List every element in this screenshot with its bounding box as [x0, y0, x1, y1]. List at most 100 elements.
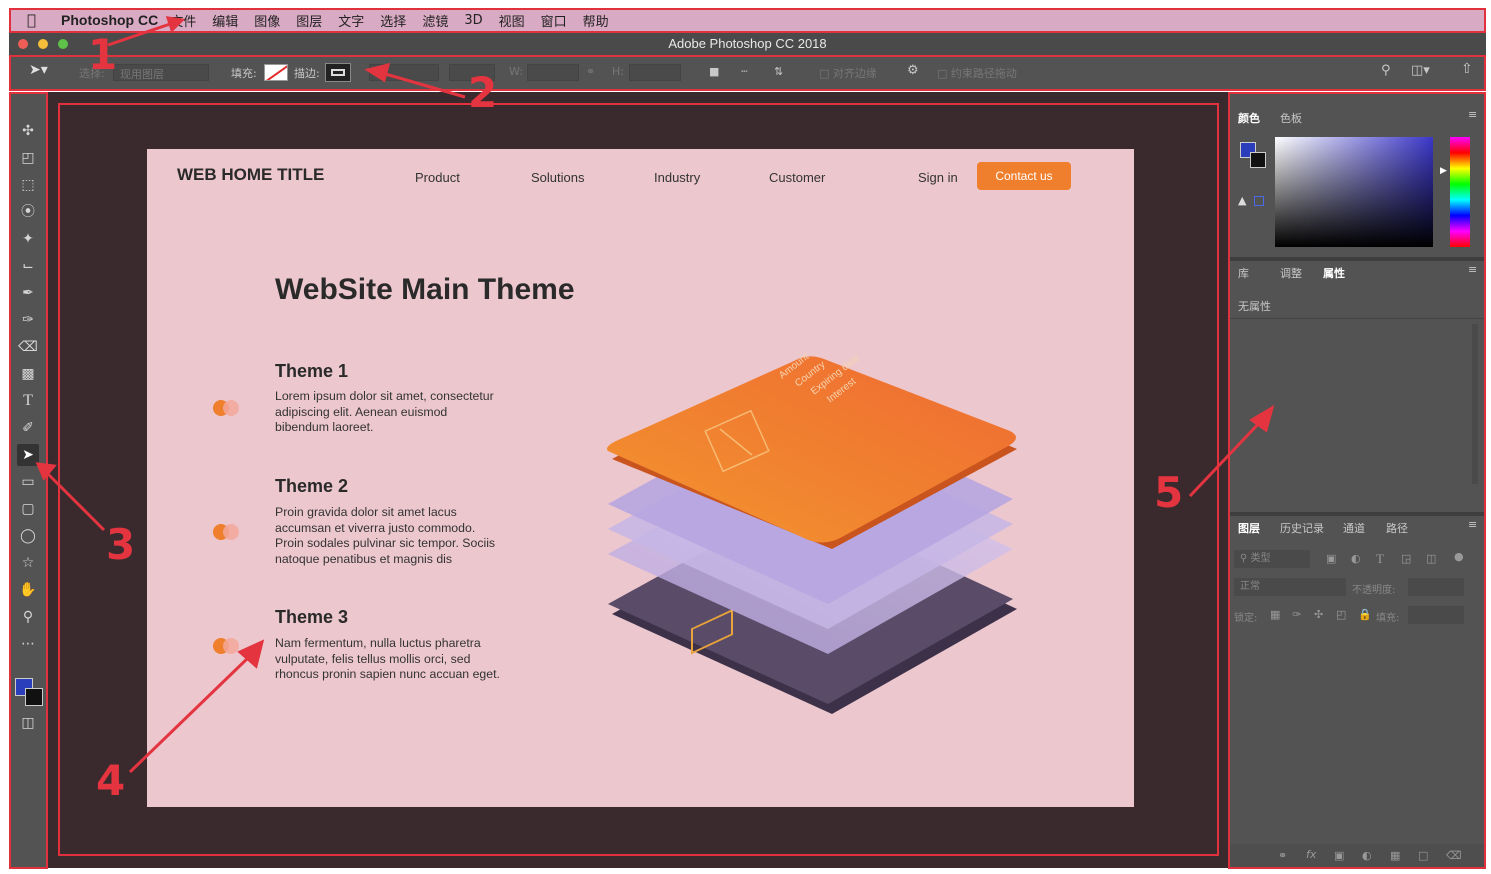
eraser-tool-icon[interactable]: ⌫: [17, 336, 39, 358]
filter-adjustment-icon[interactable]: ◐: [1351, 552, 1361, 565]
zoom-tool-icon[interactable]: ⚲: [17, 606, 39, 628]
properties-scrollbar[interactable]: [1472, 324, 1478, 484]
tab-color[interactable]: 颜色: [1238, 110, 1260, 126]
adjustment-layer-icon[interactable]: ◐: [1362, 849, 1372, 862]
filter-toggle-icon[interactable]: ●: [1454, 550, 1464, 563]
background-color-swatch[interactable]: [25, 688, 43, 706]
menu-layer[interactable]: 图层: [296, 11, 322, 30]
fill-field[interactable]: [1408, 606, 1464, 624]
lock-all-icon[interactable]: 🔒: [1358, 608, 1372, 621]
type-tool-icon[interactable]: T: [17, 390, 39, 412]
apple-icon[interactable]: : [27, 11, 47, 29]
filter-pixel-icon[interactable]: ▣: [1326, 552, 1336, 565]
new-layer-icon[interactable]: □: [1418, 849, 1428, 862]
tab-channels[interactable]: 通道: [1343, 520, 1365, 536]
filter-smart-object-icon[interactable]: ◫: [1426, 552, 1436, 565]
select-dropdown[interactable]: 现用图层: [113, 64, 209, 81]
lock-transparent-icon[interactable]: ▦: [1270, 608, 1280, 621]
path-operations-icon[interactable]: ■: [709, 65, 719, 78]
tab-swatches[interactable]: 色板: [1280, 110, 1302, 126]
layer-filter-dropdown[interactable]: ⚲ 类型: [1234, 550, 1310, 568]
tab-adjustments[interactable]: 调整: [1280, 265, 1302, 281]
rounded-rectangle-tool-icon[interactable]: ▢: [17, 498, 39, 520]
align-edges-checkbox[interactable]: □ 对齐边缘: [819, 65, 877, 81]
hue-slider-handle-icon[interactable]: ▶: [1440, 166, 1447, 176]
magic-wand-tool-icon[interactable]: ✦: [17, 228, 39, 250]
new-group-icon[interactable]: ▦: [1390, 849, 1400, 862]
menu-image[interactable]: 图像: [254, 11, 280, 30]
hand-tool-icon[interactable]: ✋: [17, 579, 39, 601]
blend-mode-dropdown[interactable]: 正常: [1234, 578, 1346, 596]
brush-tool-icon[interactable]: ✑: [17, 309, 39, 331]
move-tool-icon[interactable]: ✣: [17, 120, 39, 142]
color-picker-field[interactable]: [1275, 137, 1433, 247]
menu-3d[interactable]: 3D: [464, 13, 482, 28]
share-icon[interactable]: ⇧: [1461, 61, 1473, 77]
menu-filter[interactable]: 滤镜: [422, 11, 448, 30]
document-canvas[interactable]: WEB HOME TITLE Product Solutions Industr…: [147, 149, 1134, 807]
zoom-window-button[interactable]: [58, 39, 68, 49]
menu-window[interactable]: 窗口: [541, 11, 567, 30]
path-arrangement-icon[interactable]: ⇅: [774, 65, 783, 78]
lasso-tool-icon[interactable]: ⦿: [17, 201, 39, 223]
filter-type-icon[interactable]: T: [1376, 551, 1384, 567]
lock-position-icon[interactable]: ✣: [1314, 608, 1323, 621]
fill-swatch[interactable]: [264, 64, 288, 81]
fx-icon[interactable]: fx: [1306, 848, 1316, 861]
tab-history[interactable]: 历史记录: [1280, 520, 1324, 536]
width-field[interactable]: [527, 64, 579, 81]
path-select-tool-preset-icon[interactable]: ➤▾: [29, 62, 48, 78]
lock-pixels-icon[interactable]: ✑: [1292, 608, 1301, 621]
theme-2-text: Proin gravida dolor sit amet lacus accums…: [275, 505, 496, 566]
marquee-tool-icon[interactable]: ⬚: [17, 174, 39, 196]
artboard-tool-icon[interactable]: ◰: [17, 147, 39, 169]
gradient-tool-icon[interactable]: ▩: [17, 363, 39, 385]
annotation-4: 4: [96, 756, 126, 805]
options-bar: ➤▾ 选择: 现用图层 填充: 描边: W: ⚭ H: ■ ┄ ⇅ □ 对齐边缘…: [9, 55, 1486, 90]
link-layers-icon[interactable]: ⚭: [1278, 849, 1287, 862]
path-alignment-icon[interactable]: ┄: [741, 65, 748, 78]
panel-menu-icon[interactable]: ≡: [1468, 108, 1477, 121]
menu-type[interactable]: 文字: [338, 11, 364, 30]
height-field[interactable]: [629, 64, 681, 81]
custom-shape-tool-icon[interactable]: ☆: [17, 552, 39, 574]
link-icon[interactable]: ⚭: [586, 65, 595, 78]
menu-select[interactable]: 选择: [380, 11, 406, 30]
menu-help[interactable]: 帮助: [583, 11, 609, 30]
search-icon[interactable]: ⚲: [1381, 63, 1391, 78]
gear-icon[interactable]: ⚙: [907, 63, 919, 78]
opacity-label: 不透明度:: [1352, 585, 1396, 596]
path-selection-tool-icon[interactable]: ➤: [17, 444, 39, 466]
color-bg-swatch[interactable]: [1250, 152, 1266, 168]
menu-file[interactable]: 文件: [170, 11, 196, 30]
workspace-icon[interactable]: ◫▾: [1411, 63, 1430, 78]
tab-paths[interactable]: 路径: [1386, 520, 1408, 536]
trash-icon[interactable]: ⌫: [1446, 849, 1462, 862]
close-window-button[interactable]: [18, 39, 28, 49]
lock-artboard-icon[interactable]: ◰: [1336, 608, 1346, 621]
more-tools-icon[interactable]: ⋯: [17, 633, 39, 655]
stroke-icon: [331, 69, 345, 76]
hue-slider[interactable]: [1450, 137, 1470, 247]
tab-properties[interactable]: 属性: [1323, 265, 1345, 281]
minimize-window-button[interactable]: [38, 39, 48, 49]
menu-view[interactable]: 视图: [499, 11, 525, 30]
ellipse-tool-icon[interactable]: ◯: [17, 525, 39, 547]
filter-shape-icon[interactable]: ◲: [1401, 552, 1411, 565]
stroke-swatch[interactable]: [325, 63, 351, 82]
add-mask-icon[interactable]: ▣: [1334, 849, 1344, 862]
app-menu[interactable]: Photoshop CC: [61, 12, 158, 28]
rectangle-tool-icon[interactable]: ▭: [17, 471, 39, 493]
menu-edit[interactable]: 编辑: [212, 11, 238, 30]
constrain-path-checkbox[interactable]: □ 约束路径拖动: [937, 65, 1017, 81]
quick-mask-icon[interactable]: ◫: [17, 712, 39, 734]
opacity-field[interactable]: [1408, 578, 1464, 596]
eyedropper-tool-icon[interactable]: ✒: [17, 282, 39, 304]
properties-menu-icon[interactable]: ≡: [1468, 263, 1477, 276]
pen-tool-icon[interactable]: ✐: [17, 417, 39, 439]
crop-tool-icon[interactable]: ⌙: [17, 255, 39, 277]
tab-layers[interactable]: 图层: [1238, 520, 1260, 536]
layers-menu-icon[interactable]: ≡: [1468, 518, 1477, 531]
stroke-width-field[interactable]: [369, 64, 439, 81]
tab-libraries[interactable]: 库: [1238, 265, 1249, 281]
